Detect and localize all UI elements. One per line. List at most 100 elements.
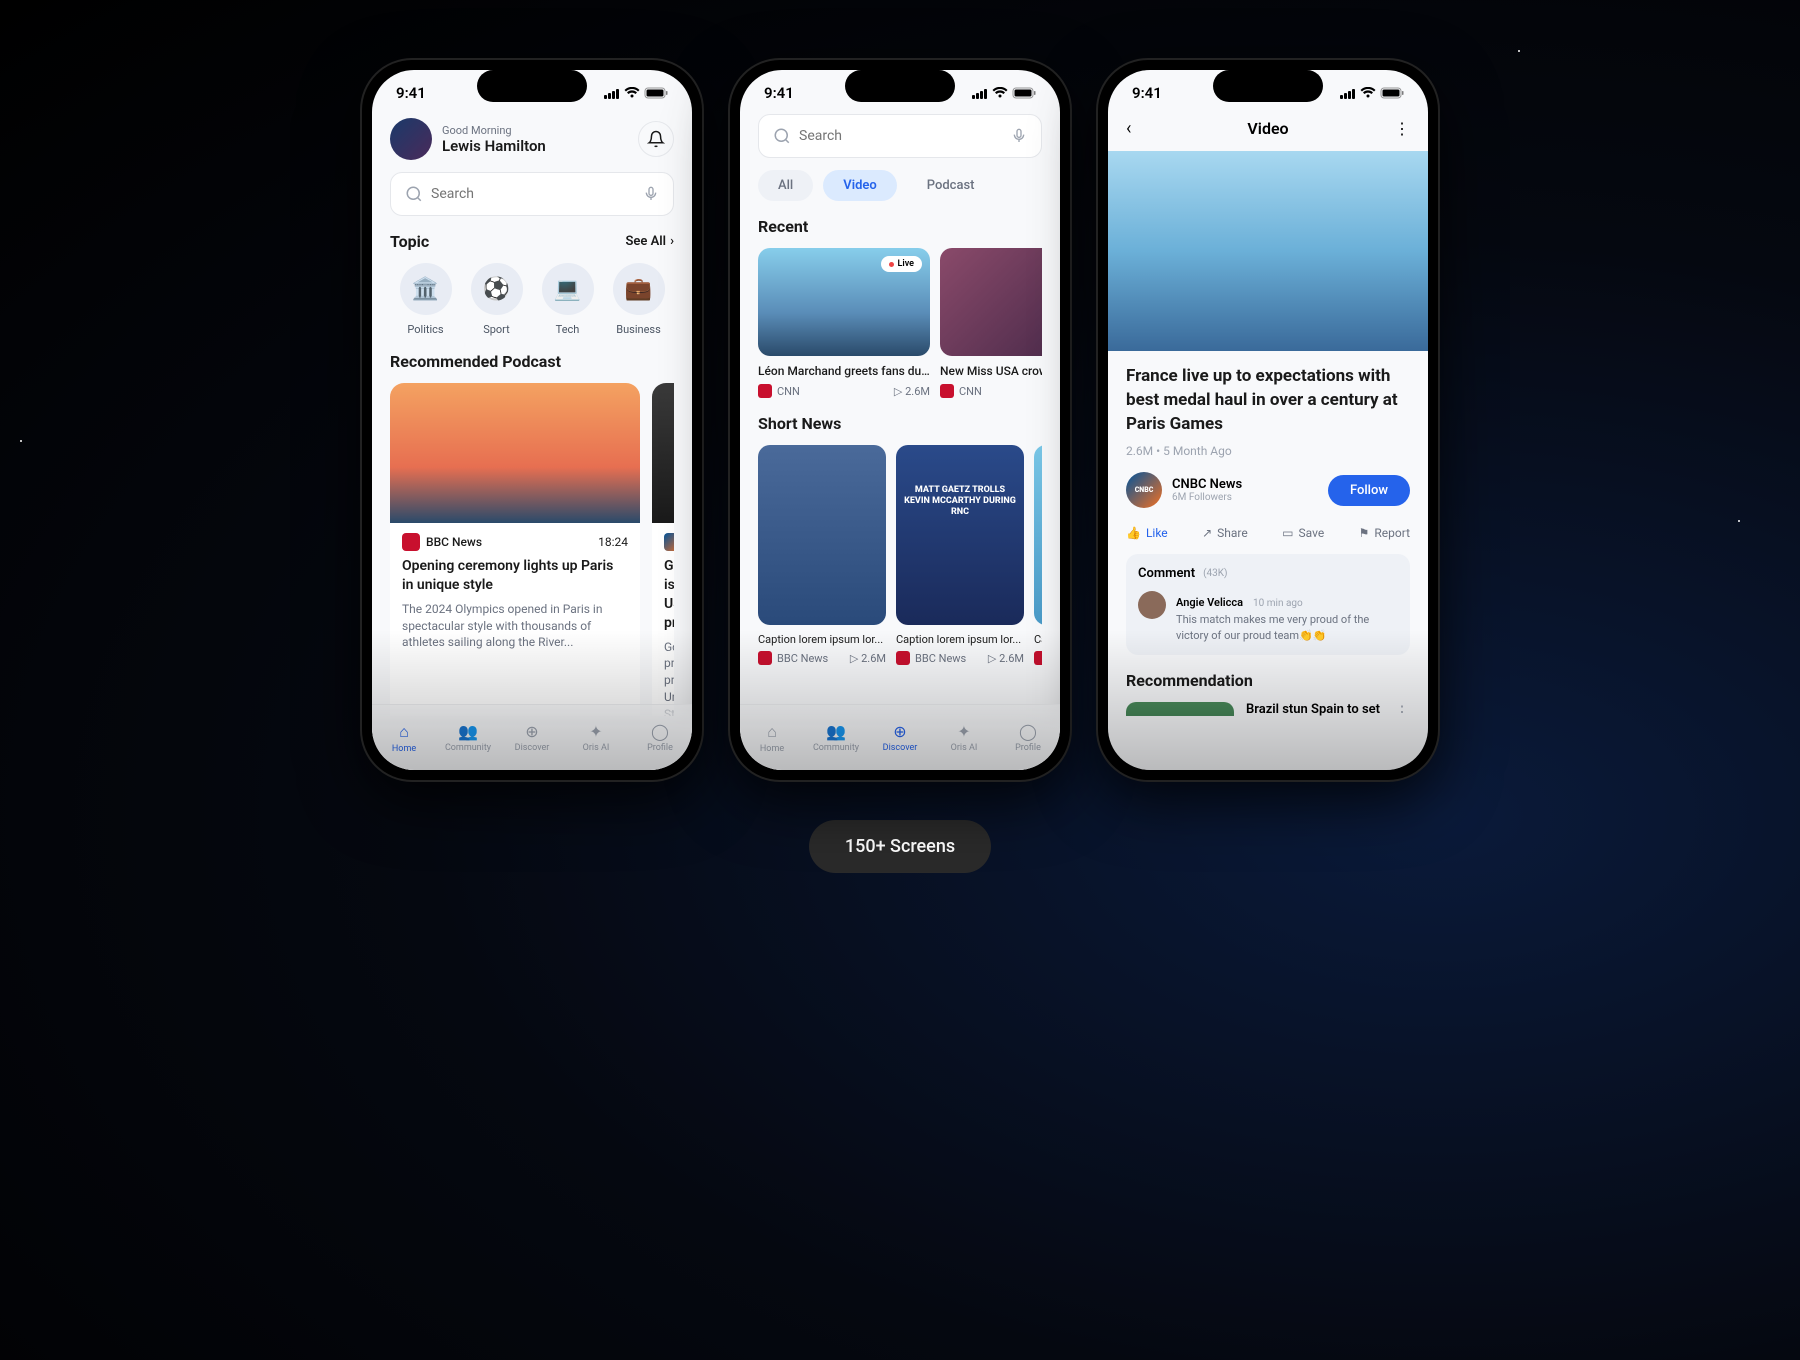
- article-title: France live up to expectations with best…: [1126, 365, 1410, 436]
- cnn-icon: [940, 384, 954, 398]
- bbc-icon: [896, 651, 910, 665]
- short-thumbnail: MATT GAETZ TROLLS KEVIN MCCARTHY DURING …: [896, 445, 1024, 625]
- wifi-icon: [1360, 87, 1376, 99]
- notifications-button[interactable]: [638, 121, 674, 157]
- short-card[interactable]: Capti: [1034, 445, 1042, 665]
- rec-title: Brazil stun Spain to set up women's Olym…: [1246, 702, 1382, 716]
- topic-business[interactable]: 💼Business: [603, 263, 674, 336]
- hero-video[interactable]: [1108, 151, 1428, 351]
- community-icon: 👥: [804, 722, 868, 741]
- search-input[interactable]: [799, 128, 1003, 144]
- home-icon: ⌂: [740, 722, 804, 742]
- battery-icon: [1380, 87, 1404, 99]
- thumbs-up-icon: 👍: [1126, 526, 1141, 540]
- short-card[interactable]: Caption lorem ipsum lor... BBC News▷ 2.6…: [758, 445, 886, 665]
- tab-discover[interactable]: ⊕Discover: [868, 722, 932, 753]
- tab-bar: ⌂Home 👥Community ⊕Discover ✦Oris AI ◯Pro…: [740, 704, 1060, 770]
- tab-profile[interactable]: ◯Profile: [628, 722, 692, 753]
- commenter-avatar: [1138, 591, 1166, 619]
- share-icon: ↗: [1202, 526, 1212, 540]
- recent-header: Recent: [758, 217, 808, 236]
- topic-sport[interactable]: ⚽Sport: [461, 263, 532, 336]
- video-card[interactable]: New Miss USA crowned, CNN: [940, 248, 1042, 398]
- tab-discover[interactable]: ⊕Discover: [500, 722, 564, 753]
- page-title: Video: [1146, 119, 1390, 138]
- tech-icon: 💻: [542, 263, 594, 315]
- video-card[interactable]: Live Léon Marchand greets fans during...…: [758, 248, 930, 398]
- globe-icon: ⊕: [868, 722, 932, 741]
- search-icon: [773, 127, 791, 145]
- comment-section[interactable]: Comment(43K) Angie Velicca 10 min ago Th…: [1126, 554, 1410, 655]
- tab-profile[interactable]: ◯Profile: [996, 722, 1060, 753]
- tab-oris-ai[interactable]: ✦Oris AI: [932, 722, 996, 753]
- video-title: Léon Marchand greets fans during...: [758, 364, 930, 378]
- search-input[interactable]: [431, 186, 635, 202]
- see-all-button[interactable]: See All›: [625, 234, 674, 249]
- politics-icon: 🏛️: [400, 263, 452, 315]
- tab-community[interactable]: 👥Community: [436, 722, 500, 753]
- search-bar[interactable]: [390, 172, 674, 216]
- tab-community[interactable]: 👥Community: [804, 722, 868, 753]
- back-button[interactable]: ‹: [1126, 118, 1146, 139]
- short-card[interactable]: MATT GAETZ TROLLS KEVIN MCCARTHY DURING …: [896, 445, 1024, 665]
- business-icon: 💼: [613, 263, 665, 315]
- recommendation-header: Recommendation: [1126, 671, 1253, 690]
- search-bar[interactable]: [758, 114, 1042, 158]
- rec-thumbnail: [1126, 702, 1234, 716]
- card-image: [652, 383, 674, 523]
- home-icon: ⌂: [372, 722, 436, 742]
- more-icon[interactable]: ⋮: [1394, 702, 1410, 716]
- author-name: CNBC News: [1172, 477, 1242, 492]
- battery-icon: [1012, 87, 1036, 99]
- video-thumbnail: [940, 248, 1042, 356]
- avatar[interactable]: [390, 118, 432, 160]
- wifi-icon: [992, 87, 1008, 99]
- cnbc-icon: [664, 533, 674, 551]
- search-icon: [405, 185, 423, 203]
- short-news-header: Short News: [758, 414, 841, 433]
- video-thumbnail: Live: [758, 248, 930, 356]
- bookmark-icon: ▭: [1282, 526, 1293, 540]
- person-icon: ◯: [628, 722, 692, 741]
- greeting-text: Good Morning: [442, 124, 546, 137]
- chip-podcast[interactable]: Podcast: [907, 170, 995, 201]
- more-button[interactable]: ⋮: [1390, 119, 1410, 138]
- signal-icon: [1340, 88, 1356, 99]
- podcast-card[interactable]: BBC News 18:24 Opening ceremony lights u…: [390, 383, 640, 716]
- sport-icon: ⚽: [471, 263, 523, 315]
- recommendation-card[interactable]: Brazil stun Spain to set up women's Olym…: [1126, 702, 1410, 716]
- chip-all[interactable]: All: [758, 170, 813, 201]
- topic-tech[interactable]: 💻Tech: [532, 263, 603, 336]
- tab-oris-ai[interactable]: ✦Oris AI: [564, 722, 628, 753]
- sparkle-icon: ✦: [564, 722, 628, 741]
- battery-icon: [644, 87, 668, 99]
- tab-home[interactable]: ⌂Home: [740, 722, 804, 754]
- chevron-right-icon: ›: [670, 234, 674, 249]
- phone-home: 9:41 Good Morning Lewis Hamilton Topic: [362, 60, 702, 780]
- status-time: 9:41: [396, 84, 426, 102]
- recommended-header: Recommended Podcast: [390, 352, 561, 371]
- podcast-card[interactable]: CNBC Gold is g US presi Gold price presi…: [652, 383, 674, 716]
- user-greeting[interactable]: Good Morning Lewis Hamilton: [390, 118, 546, 160]
- topic-politics[interactable]: 🏛️Politics: [390, 263, 461, 336]
- username: Lewis Hamilton: [442, 137, 546, 155]
- save-button[interactable]: ▭Save: [1282, 526, 1324, 540]
- flag-icon: ⚑: [1359, 526, 1370, 540]
- tab-home[interactable]: ⌂Home: [372, 722, 436, 754]
- chip-video[interactable]: Video: [823, 170, 897, 201]
- cnbc-logo[interactable]: CNBC: [1126, 472, 1162, 508]
- like-button[interactable]: 👍Like: [1126, 526, 1168, 540]
- report-button[interactable]: ⚑Report: [1359, 526, 1410, 540]
- article-meta: 2.6M • 5 Month Ago: [1126, 444, 1410, 458]
- mic-icon[interactable]: [643, 186, 659, 202]
- bbc-icon: [402, 533, 420, 551]
- card-description: The 2024 Olympics opened in Paris in spe…: [390, 601, 640, 663]
- live-badge: Live: [881, 256, 923, 272]
- topic-header: Topic: [390, 232, 429, 251]
- share-button[interactable]: ↗Share: [1202, 526, 1248, 540]
- follow-button[interactable]: Follow: [1328, 475, 1410, 506]
- phone-showcase: 9:41 Good Morning Lewis Hamilton Topic: [362, 60, 1438, 780]
- phone-discover: 9:41 All Video Podcast Recent Live Léon …: [730, 60, 1070, 780]
- mic-icon[interactable]: [1011, 128, 1027, 144]
- cnn-icon: [758, 384, 772, 398]
